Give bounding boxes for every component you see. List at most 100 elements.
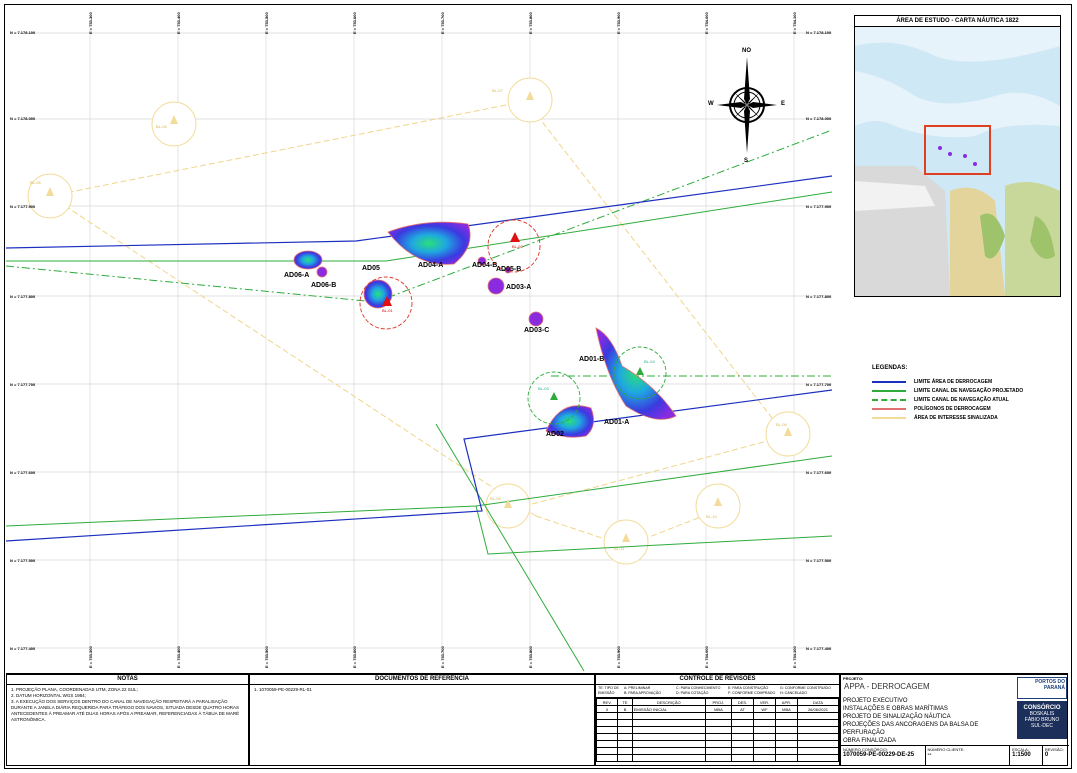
northing-tick-right: N = 7.177.400 <box>806 646 832 651</box>
client-number: -- <box>927 752 932 758</box>
compass-east-label: E <box>781 101 786 107</box>
table-header-row: REV. TE DESCRIÇÃO PROJ. DES. VER. APR. D… <box>595 698 840 706</box>
consortium-logo: CONSÓRCIO BOSKALIS FÁBIO BRUNO SUL-DEC <box>1017 701 1067 739</box>
easting-tick: E = 754.100 <box>792 12 797 34</box>
table-row <box>595 719 840 727</box>
northing-tick-right: N = 7.178.000 <box>806 116 832 121</box>
dredging-polygons <box>293 221 677 438</box>
easting-tick: E = 753.800 <box>528 12 533 34</box>
easting-tick-bottom: E = 753.900 <box>616 646 621 668</box>
table-row <box>595 747 840 755</box>
title-block-strip: NOTAS 1. PROJEÇÃO PLANA, COORDENADAS UTM… <box>6 673 1069 769</box>
northing-tick: N = 7.177.600 <box>10 470 36 475</box>
yellow-buoy-label: BL-06 <box>156 124 167 129</box>
signalled-area-circles <box>27 77 811 565</box>
emission-types: TE: TIPO DE EMISSÃO A: PRELIMINAR B: PARA… <box>596 685 839 698</box>
easting-tick-bottom: E = 753.300 <box>88 646 93 668</box>
easting-tick-bottom: E = 754.100 <box>792 646 797 668</box>
area-label-ad04b: AD04-B <box>472 262 498 269</box>
easting-tick-bottom: E = 753.500 <box>264 646 269 668</box>
legend-title: LEGENDAS: <box>872 365 908 371</box>
area-label-ad01b: AD01-B <box>579 356 605 363</box>
green-buoy-label: BL-03 <box>538 386 549 391</box>
legend-swatch <box>872 380 906 383</box>
northing-tick-right: N = 7.177.600 <box>806 470 832 475</box>
signalled-area-lines <box>49 100 787 547</box>
column-header: PROJ. <box>704 698 733 706</box>
study-area-inset: ÁREA DE ESTUDO - CARTA NÁUTICA 1822 <box>854 15 1061 297</box>
northing-tick: N = 7.178.000 <box>10 116 36 121</box>
map-area: NO W E S N = 7.178.100 N = 7.178.000 N =… <box>5 6 840 672</box>
drawing-sheet: NO W E S N = 7.178.100 N = 7.178.000 N =… <box>0 0 1077 773</box>
area-label-ad02: AD02 <box>546 431 564 438</box>
nautical-chart-image <box>855 16 1060 296</box>
yellow-buoys <box>46 91 792 542</box>
area-label-ad01a: AD01-A <box>604 419 630 426</box>
legend-label: ÁREA DE INTERESSE SINALIZADA <box>914 414 998 421</box>
table-row <box>595 733 840 741</box>
easting-tick-bottom: E = 753.600 <box>352 646 357 668</box>
northing-tick-right: N = 7.177.500 <box>806 558 832 563</box>
yellow-buoy-label: BL-08 <box>776 422 787 427</box>
easting-tick: E = 753.700 <box>440 12 445 34</box>
easting-tick: E = 753.400 <box>176 12 181 34</box>
column-header: TE <box>617 698 633 706</box>
compass-north-label: NO <box>742 48 751 54</box>
references-box: DOCUMENTOS DE REFERÊNCIA 1. 1070059-PE-0… <box>249 674 595 766</box>
legend: LEGENDAS: LIMITE ÁREA DE DERROCAGEM LIMI… <box>872 365 1062 422</box>
map-canvas <box>5 26 833 672</box>
legend-label: POLÍGONOS DE DERROCAGEM <box>914 405 991 412</box>
yellow-buoy-label: BL-10 <box>706 514 717 519</box>
red-buoy-label: BL-02 <box>512 244 523 249</box>
reference-item: 1. 1070059-PE-00229-RL-01 <box>254 687 312 692</box>
legend-swatch <box>872 398 906 401</box>
title-line: OBRA FINALIZADA <box>843 738 897 744</box>
title-line: PROJETO EXECUTIVO <box>843 698 908 704</box>
easting-tick-bottom: E = 753.400 <box>176 646 181 668</box>
yellow-buoy-label: BL-11 <box>614 546 625 551</box>
northing-tick-right: N = 7.177.700 <box>806 382 832 387</box>
northing-tick: N = 7.177.800 <box>10 294 36 299</box>
legend-item: LIMITE ÁREA DE DERROCAGEM <box>872 377 1062 386</box>
title-line: PROJEÇÕES DAS ANCORAGENS DA BALSA DE PER… <box>843 722 979 736</box>
northing-tick: N = 7.178.100 <box>10 30 36 35</box>
northing-tick: N = 7.177.900 <box>10 204 36 209</box>
area-label-ad03c: AD03-C <box>524 327 550 334</box>
area-label-ad06b: AD06-B <box>311 282 337 289</box>
table-row: 0 B EMISSÃO INICIAL MBA AT WF MBA 26/06/… <box>595 705 840 713</box>
area-label-ad04a: AD04-A <box>418 262 444 269</box>
table-row <box>595 740 840 748</box>
legend-label: LIMITE CANAL DE NAVEGAÇÃO ATUAL <box>914 396 1009 403</box>
easting-tick: E = 753.900 <box>616 12 621 34</box>
drawing-number: 1070059-PE-00229-DE-25 <box>843 752 915 758</box>
inset-title: ÁREA DE ESTUDO - CARTA NÁUTICA 1822 <box>855 16 1060 27</box>
easting-tick-bottom: E = 753.700 <box>440 646 445 668</box>
easting-tick: E = 753.300 <box>88 12 93 34</box>
column-header: REV. <box>595 698 619 706</box>
northing-tick: N = 7.177.700 <box>10 382 36 387</box>
column-header: APR. <box>774 698 798 706</box>
column-header: DATA <box>796 698 840 706</box>
title-line: PROJETO DE SINALIZAÇÃO NÁUTICA <box>843 714 951 720</box>
easting-tick: E = 754.000 <box>704 12 709 34</box>
project-title-block: PROJETO: APPA - DERROCAGEM PROJETO EXECU… <box>840 674 1069 766</box>
northing-tick: N = 7.177.400 <box>10 646 36 651</box>
compass-rose-icon <box>717 57 777 153</box>
notes-title: NOTAS <box>7 675 248 685</box>
legend-swatch <box>872 416 906 419</box>
area-label-ad05: AD05 <box>362 265 380 272</box>
legend-item: POLÍGONOS DE DERROCAGEM <box>872 404 1062 413</box>
red-buoy-label: BL-01 <box>382 308 393 313</box>
legend-item: LIMITE CANAL DE NAVEGAÇÃO ATUAL <box>872 395 1062 404</box>
yellow-buoy-label: BL-09 <box>490 496 501 501</box>
area-label-ad06a: AD06-A <box>284 272 310 279</box>
notes-box: NOTAS 1. PROJEÇÃO PLANA, COORDENADAS UTM… <box>6 674 249 766</box>
legend-item: ÁREA DE INTERESSE SINALIZADA <box>872 413 1062 422</box>
references-title: DOCUMENTOS DE REFERÊNCIA <box>250 675 594 685</box>
table-row <box>595 726 840 734</box>
compass-south-label: S <box>744 158 749 164</box>
area-label-ad03a: AD03-A <box>506 284 532 291</box>
legend-label: LIMITE CANAL DE NAVEGAÇÃO PROJETADO <box>914 387 1024 394</box>
legend-label: LIMITE ÁREA DE DERROCAGEM <box>914 378 993 385</box>
northing-tick: N = 7.177.500 <box>10 558 36 563</box>
